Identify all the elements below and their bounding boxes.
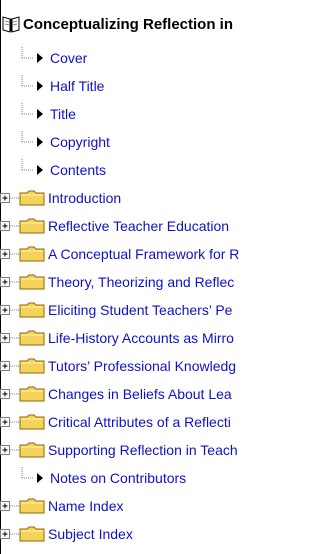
- page-arrow-icon: [21, 159, 43, 175]
- expand-folder-icon[interactable]: [0, 299, 46, 320]
- tree-folder-item[interactable]: Tutors’ Professional Knowledg: [0, 355, 236, 376]
- expand-folder-icon[interactable]: [0, 243, 46, 264]
- tree-page-item[interactable]: Title: [18, 103, 76, 124]
- page-arrow-icon: [21, 131, 43, 147]
- tree-folder-item[interactable]: Supporting Reflection in Teach: [0, 439, 238, 460]
- tree-root[interactable]: Conceptualizing Reflection in: [0, 14, 233, 34]
- tree-item-label[interactable]: Introduction: [48, 190, 121, 206]
- expand-folder-icon[interactable]: [0, 383, 46, 404]
- expand-folder-icon[interactable]: [0, 215, 46, 236]
- page-arrow-icon: [21, 467, 43, 483]
- page-arrow-icon: [21, 75, 43, 91]
- tree-folder-item[interactable]: Introduction: [0, 187, 121, 208]
- tree-page-item[interactable]: Notes on Contributors: [18, 467, 186, 488]
- tree-item-label[interactable]: Eliciting Student Teachers’ Pe: [48, 302, 232, 318]
- tree-item-label[interactable]: Tutors’ Professional Knowledg: [48, 358, 236, 374]
- tree-item-label[interactable]: Cover: [50, 50, 87, 66]
- tree-folder-item[interactable]: Name Index: [0, 495, 123, 516]
- tree-folder-item[interactable]: A Conceptual Framework for R: [0, 243, 239, 264]
- tree-item-label[interactable]: Title: [50, 106, 76, 122]
- tree-item-label[interactable]: Theory, Theorizing and Reflec: [48, 274, 234, 290]
- expand-folder-icon[interactable]: [0, 327, 46, 348]
- tree-item-label[interactable]: Copyright: [50, 134, 110, 150]
- expand-folder-icon[interactable]: [0, 439, 46, 460]
- tree-item-label[interactable]: Changes in Beliefs About Lea: [48, 386, 232, 402]
- tree-folder-item[interactable]: Eliciting Student Teachers’ Pe: [0, 299, 232, 320]
- tree-page-item[interactable]: Cover: [18, 47, 87, 68]
- tree-item-label[interactable]: A Conceptual Framework for R: [48, 246, 239, 262]
- tree-folder-item[interactable]: Theory, Theorizing and Reflec: [0, 271, 234, 292]
- page-arrow-icon: [21, 103, 43, 119]
- book-icon: [2, 16, 20, 33]
- expand-folder-icon[interactable]: [0, 187, 46, 208]
- tree-item-label[interactable]: Half Title: [50, 78, 104, 94]
- expand-folder-icon[interactable]: [0, 271, 46, 292]
- tree-item-label[interactable]: Notes on Contributors: [50, 470, 186, 486]
- book-title: Conceptualizing Reflection in: [23, 15, 234, 33]
- tree-item-label[interactable]: Name Index: [48, 498, 123, 514]
- expand-folder-icon[interactable]: [0, 495, 46, 516]
- tree-folder-item[interactable]: Changes in Beliefs About Lea: [0, 383, 232, 404]
- tree-page-item[interactable]: Copyright: [18, 131, 110, 152]
- tree-item-label[interactable]: Critical Attributes of a Reflecti: [48, 414, 231, 430]
- toc-tree: Conceptualizing Reflection in Cover Half …: [0, 0, 333, 554]
- tree-folder-item[interactable]: Life-History Accounts as Mirro: [0, 327, 234, 348]
- expand-folder-icon[interactable]: [0, 355, 46, 376]
- tree-item-label[interactable]: Contents: [50, 162, 106, 178]
- tree-page-item[interactable]: Half Title: [18, 75, 104, 96]
- tree-item-label[interactable]: Life-History Accounts as Mirro: [48, 330, 234, 346]
- page-arrow-icon: [21, 47, 43, 63]
- tree-page-item[interactable]: Contents: [18, 159, 106, 180]
- expand-folder-icon[interactable]: [0, 523, 46, 544]
- tree-item-label[interactable]: Subject Index: [48, 526, 133, 542]
- tree-folder-item[interactable]: Subject Index: [0, 523, 133, 544]
- tree-item-label[interactable]: Supporting Reflection in Teach: [48, 442, 238, 458]
- expand-folder-icon[interactable]: [0, 411, 46, 432]
- tree-folder-item[interactable]: Reflective Teacher Education: [0, 215, 229, 236]
- tree-item-label[interactable]: Reflective Teacher Education: [48, 218, 229, 234]
- tree-folder-item[interactable]: Critical Attributes of a Reflecti: [0, 411, 231, 432]
